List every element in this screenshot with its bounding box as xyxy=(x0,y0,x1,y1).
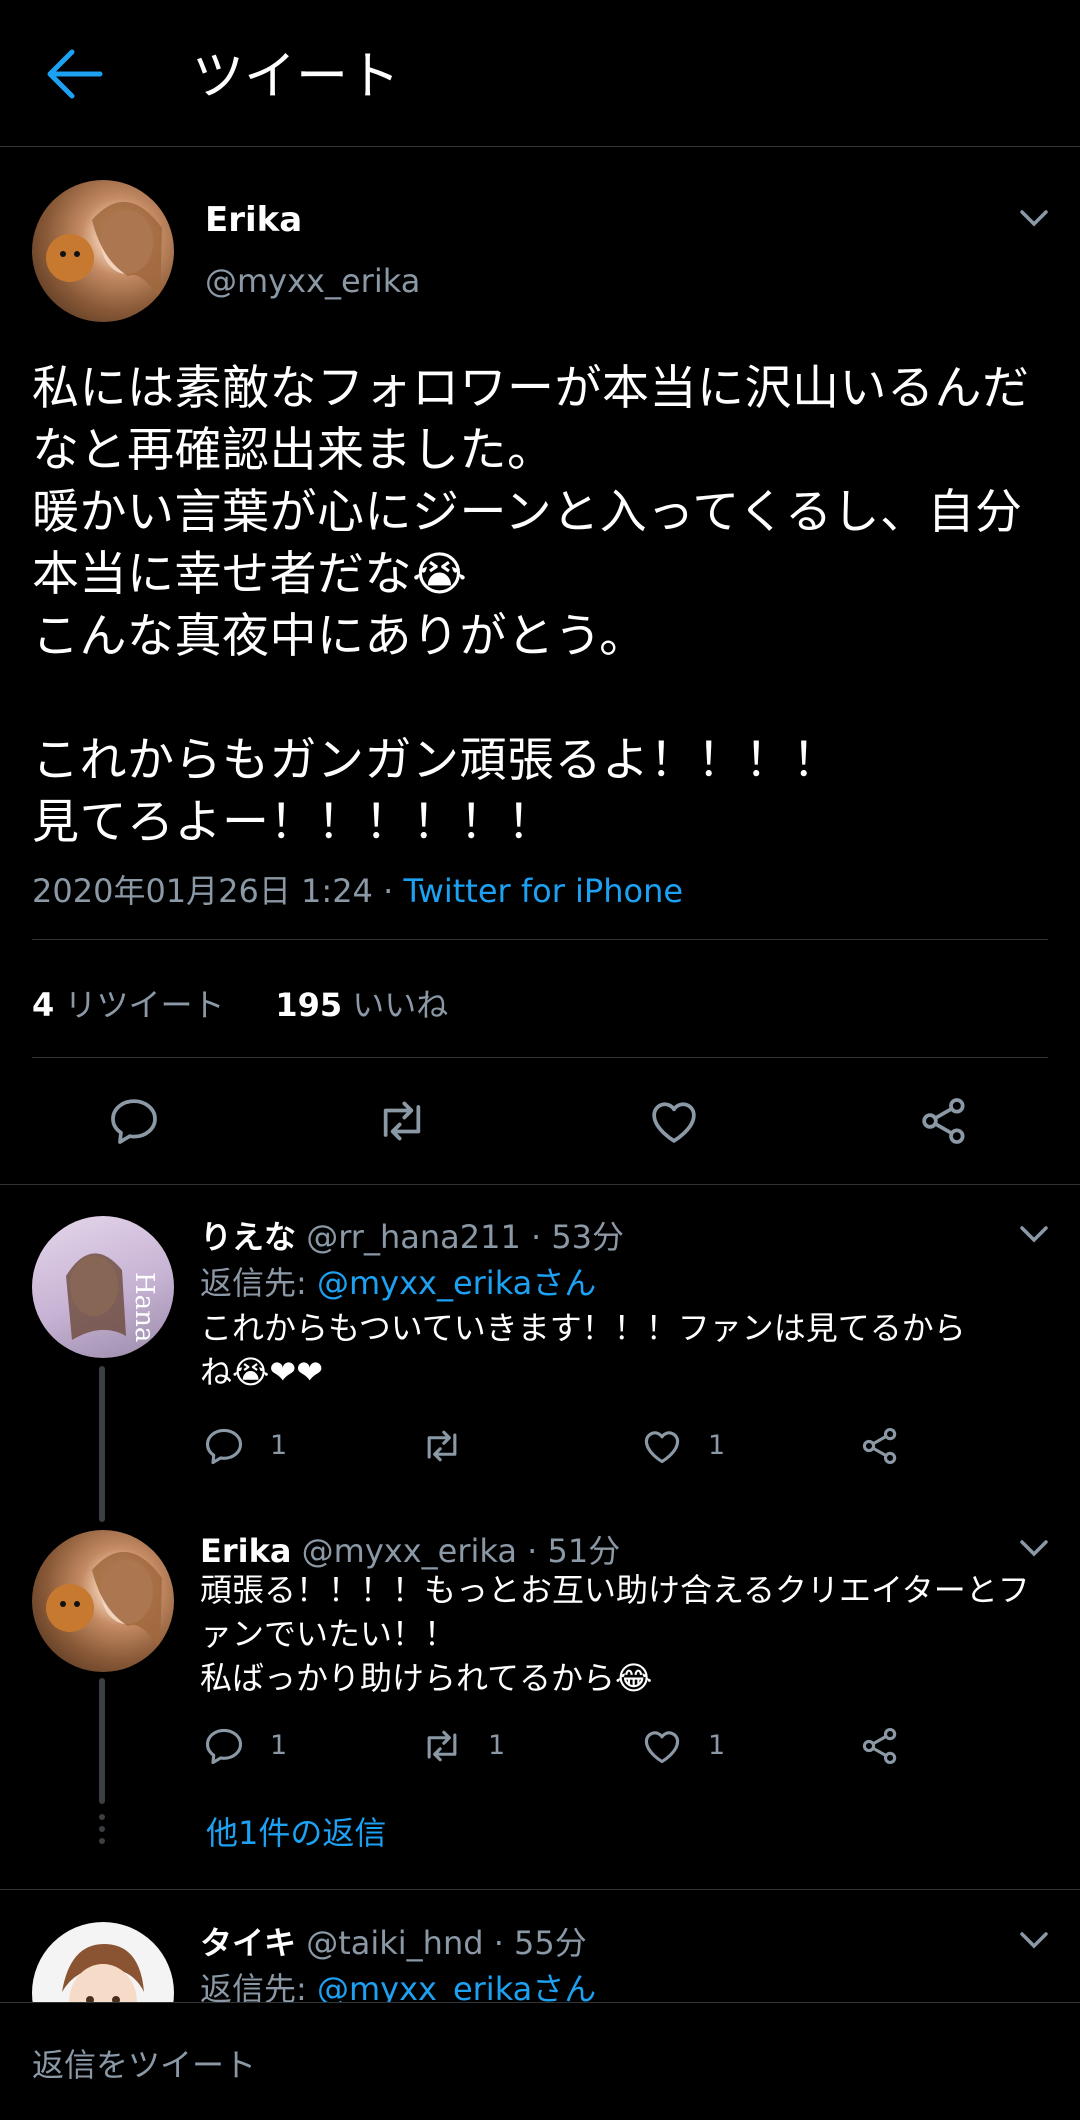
retweet-label: リツイート xyxy=(64,986,225,1024)
reply-icon xyxy=(205,1428,243,1465)
chevron-down-icon xyxy=(1020,1932,1048,1949)
avatar-image: Hana xyxy=(66,1253,159,1342)
like-button[interactable] xyxy=(640,1724,684,1768)
retweet-icon xyxy=(427,1430,457,1462)
tweet-meta: 2020年01月26日 1:24 · Twitter for iPhone xyxy=(32,866,683,912)
meta-separator: · xyxy=(372,872,404,910)
thread-dot xyxy=(99,1826,105,1832)
chevron-down-icon xyxy=(1020,1226,1048,1243)
like-label: いいね xyxy=(352,986,449,1024)
reply-author-handle[interactable]: @rr_hana211 xyxy=(306,1218,521,1256)
svg-text:Hana: Hana xyxy=(129,1272,159,1342)
thread-line xyxy=(99,1678,105,1804)
reply-button[interactable] xyxy=(202,1724,246,1768)
reply-to-prefix: 返信先: xyxy=(200,1264,317,1302)
reply-to: 返信先: @myxx_erikaさん xyxy=(200,1258,596,1304)
like-icon xyxy=(644,1731,680,1764)
share-icon xyxy=(862,1727,897,1765)
tweet-source-link[interactable]: Twitter for iPhone xyxy=(403,872,683,910)
chevron-down-icon xyxy=(1020,210,1048,227)
like-icon xyxy=(644,1431,680,1464)
divider xyxy=(32,939,1048,940)
retweet-count: 1 xyxy=(488,1730,506,1761)
reply-button[interactable] xyxy=(106,1093,162,1149)
reply-author-name[interactable]: Erika xyxy=(200,1532,291,1570)
avatar[interactable] xyxy=(32,180,174,322)
reply-compose-input[interactable]: 返信をツイート xyxy=(32,2040,256,2086)
divider xyxy=(0,1184,1080,1185)
show-more-replies-link[interactable]: 他1件の返信 xyxy=(206,1808,386,1854)
avatar-image xyxy=(46,1551,162,1650)
reply-author-name[interactable]: タイキ xyxy=(200,1924,296,1962)
reply-button[interactable] xyxy=(202,1424,246,1468)
thread-line xyxy=(99,1366,105,1522)
retweet-stat[interactable]: 4 リツイート xyxy=(32,986,224,1024)
thread-dot xyxy=(99,1838,105,1844)
reply-menu-button[interactable] xyxy=(1018,1222,1050,1246)
back-arrow-icon xyxy=(47,49,103,99)
reply-author-name[interactable]: りえな xyxy=(200,1218,296,1256)
share-icon xyxy=(922,1098,965,1144)
share-button[interactable] xyxy=(916,1093,972,1149)
divider xyxy=(0,1889,1080,1890)
like-icon xyxy=(652,1102,696,1143)
reply-icon xyxy=(205,1728,243,1765)
author-name[interactable]: Erika xyxy=(205,200,302,240)
page-title: ツイート xyxy=(192,47,401,107)
avatar-image xyxy=(46,201,162,300)
tweet-menu-button[interactable] xyxy=(1018,206,1050,230)
header-divider xyxy=(0,146,1080,147)
retweet-icon xyxy=(383,1101,421,1141)
retweet-button[interactable] xyxy=(374,1093,430,1149)
like-count: 195 xyxy=(275,986,343,1024)
reply-text: これからもついていきます！！！ファンは見てるから ね😭❤❤ xyxy=(200,1309,966,1391)
reply-menu-button[interactable] xyxy=(1018,1536,1050,1560)
avatar[interactable]: Hana xyxy=(32,1216,174,1358)
reply-count: 1 xyxy=(270,1430,288,1461)
reply-count: 1 xyxy=(270,1730,288,1761)
share-icon xyxy=(862,1427,897,1465)
reply-author-handle[interactable]: @taiki_hnd xyxy=(306,1924,483,1962)
reply-author-handle[interactable]: @myxx_erika xyxy=(302,1532,517,1570)
author-handle[interactable]: @myxx_erika xyxy=(205,262,420,300)
reply-text: 頑張る！！！！もっとお互い助け合えるクリエイターとファンでいたい！！ 私ばっかり… xyxy=(200,1571,1030,1697)
like-count: 1 xyxy=(708,1430,726,1461)
chevron-down-icon xyxy=(1020,1540,1048,1557)
retweet-button[interactable] xyxy=(420,1724,464,1768)
share-button[interactable] xyxy=(858,1724,902,1768)
avatar[interactable] xyxy=(32,1530,174,1672)
tweet-timestamp: 2020年01月26日 1:24 xyxy=(32,872,373,910)
reply-time: 53分 xyxy=(551,1218,625,1256)
back-button[interactable] xyxy=(44,46,106,102)
reply-header: タイキ @taiki_hnd · 55分 xyxy=(200,1924,587,1962)
reply-time: 51分 xyxy=(547,1532,621,1570)
reply-time: 55分 xyxy=(514,1924,587,1962)
reply-icon xyxy=(111,1099,157,1144)
reply-to-link[interactable]: @myxx_erikaさん xyxy=(317,1264,596,1302)
tweet-stats: 4 リツイート 195 いいね xyxy=(32,980,448,1026)
like-stat[interactable]: 195 いいね xyxy=(275,986,448,1024)
retweet-button[interactable] xyxy=(420,1424,464,1468)
reply-header: Erika @myxx_erika · 51分 xyxy=(200,1532,621,1570)
thread-dot xyxy=(99,1814,105,1820)
like-count: 1 xyxy=(708,1730,726,1761)
share-button[interactable] xyxy=(858,1424,902,1468)
like-button[interactable] xyxy=(646,1093,702,1149)
reply-header: りえな @rr_hana211 · 53分 xyxy=(200,1218,625,1256)
retweet-icon xyxy=(427,1730,457,1762)
tweet-text: 私には素敵なフォロワーが本当に沢山いるんだなと再確認出来ました。 暖かい言葉が心… xyxy=(32,361,1030,850)
divider xyxy=(32,1057,1048,1058)
like-button[interactable] xyxy=(640,1424,684,1468)
retweet-count: 4 xyxy=(32,986,55,1024)
reply-menu-button[interactable] xyxy=(1018,1928,1050,1952)
